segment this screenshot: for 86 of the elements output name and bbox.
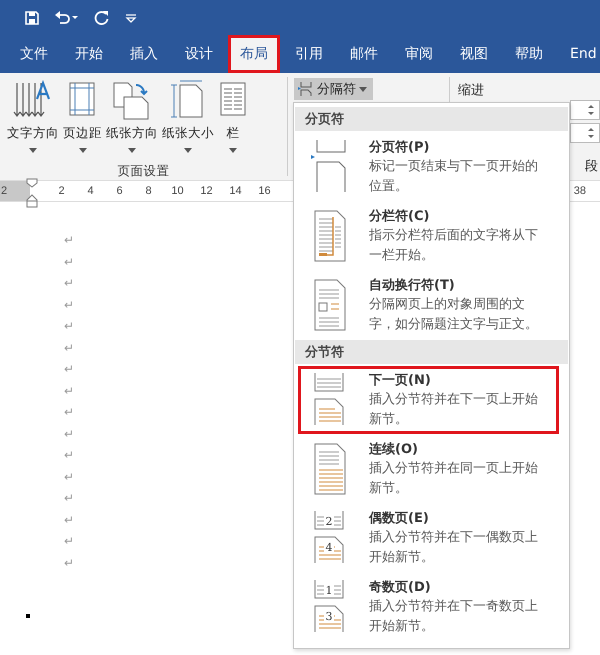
menu-item-title: 连续(O): [369, 441, 419, 459]
menu-item-description: 指示分栏符后面的文字将从下一栏开始。: [369, 227, 539, 265]
caret-icon: [29, 148, 37, 153]
paragraph-mark: ↵: [64, 490, 76, 507]
indent-spin-field[interactable]: [570, 100, 600, 120]
caret-icon: [184, 148, 192, 153]
anchor-mark: [26, 614, 30, 618]
menu-section-header: 分页符: [295, 107, 568, 131]
paragraph-mark: ↵: [64, 318, 76, 335]
ribbon-button[interactable]: 栏: [217, 79, 249, 159]
caret-icon: [128, 148, 136, 153]
breaks-button[interactable]: 分隔符: [294, 78, 373, 100]
spinner-arrows-icon[interactable]: [587, 103, 595, 117]
ribbon-tab[interactable]: 文件: [8, 35, 60, 73]
caret-icon: [78, 148, 86, 153]
ruler-number: 16: [257, 185, 272, 197]
ribbon-tab[interactable]: 帮助: [503, 35, 555, 73]
paragraph-mark: ↵: [64, 275, 76, 292]
menu-item-description: 插入分节符并在下一页上开始新节。: [369, 391, 539, 429]
paragraph-mark: ↵: [64, 468, 76, 486]
menu-item-description: 标记一页结束与下一页开始的位置。: [369, 158, 539, 196]
ruler-number: 38: [574, 185, 586, 197]
ruler-number: 2: [57, 185, 66, 197]
ruler-number: 14: [228, 185, 243, 197]
ruler-number: 6: [115, 185, 124, 197]
caret-icon: [229, 148, 237, 153]
paragraph-mark: ↵: [64, 512, 76, 528]
paragraph-mark: ↵: [64, 232, 76, 249]
breaks-icon: [298, 81, 314, 97]
menu-item[interactable]: 自动换行符(T) 分隔网页上的对象周围的文字，如分隔题注文字与正文。: [298, 271, 559, 339]
ribbon-tab[interactable]: End: [558, 35, 600, 73]
menu-item[interactable]: 连续(O) 插入分节符并在同一页上开始新节。: [298, 435, 559, 503]
ribbon-button[interactable]: 纸张大小: [161, 79, 215, 159]
paragraph-mark: ↵: [64, 296, 76, 314]
paragraph-mark: ↵: [64, 361, 76, 378]
ribbon-tab[interactable]: 邮件: [338, 35, 390, 73]
menu-item[interactable]: 分栏符(C) 指示分栏符后面的文字将从下一栏开始。: [298, 202, 559, 270]
menu-item[interactable]: 下一页(N) 插入分节符并在下一页上开始新节。: [298, 366, 559, 434]
paragraph-mark: ↵: [64, 533, 76, 550]
save-icon[interactable]: [24, 10, 40, 26]
ruler-number: 10: [170, 185, 185, 197]
paragraph-mark: ↵: [64, 426, 76, 442]
ruler-number: 2: [0, 181, 30, 201]
menu-item-title: 偶数页(E): [369, 510, 430, 528]
indent-spin-field[interactable]: [570, 123, 600, 143]
menu-item-description: 插入分节符并在下一偶数页上开始新节。: [369, 529, 539, 567]
menu-item-description: 插入分节符并在同一页上开始新节。: [369, 460, 539, 498]
ruler-number: 12: [199, 185, 214, 197]
paragraph-mark: ↵: [64, 554, 76, 572]
ribbon-button[interactable]: 页边距: [62, 79, 103, 159]
ribbon-tab[interactable]: 视图: [448, 35, 500, 73]
group-label: 页面设置: [116, 163, 170, 180]
ribbon-button[interactable]: 纸张方向: [105, 79, 159, 159]
ribbon-tab[interactable]: 插入: [118, 35, 170, 73]
customize-caret-icon[interactable]: [124, 12, 138, 22]
paragraph-mark: ↵: [64, 447, 76, 464]
menu-section-header: 分节符: [295, 340, 568, 364]
menu-item-title: 分栏符(C): [369, 208, 430, 226]
ribbon-tab[interactable]: 开始: [63, 35, 115, 73]
menu-item[interactable]: 1 3 奇数页(D) 插入分节符并在下一奇数页上开始新节。: [298, 573, 559, 641]
ribbon-button[interactable]: 文字方向: [6, 79, 60, 159]
ruler-number: 4: [86, 185, 95, 197]
indent-marker-icon[interactable]: [26, 178, 38, 208]
menu-item-title: 奇数页(D): [369, 579, 432, 597]
paragraph-mark: ↵: [64, 254, 76, 270]
undo-icon[interactable]: [54, 10, 80, 26]
spinner-arrows-icon[interactable]: [587, 126, 595, 140]
paragraph-mark: ↵: [64, 404, 76, 421]
menu-item[interactable]: 分页符(P) 标记一页结束与下一页开始的位置。: [298, 133, 559, 201]
menu-item[interactable]: 2 4 偶数页(E) 插入分节符并在下一偶数页上开始新节。: [298, 504, 559, 572]
menu-item-title: 下一页(N): [369, 372, 432, 390]
group-label: 段: [585, 158, 598, 175]
ribbon-tab[interactable]: 布局: [228, 35, 280, 73]
paragraph-mark: ↵: [64, 340, 76, 356]
ruler-number: 8: [144, 185, 153, 197]
caret-icon: [359, 86, 367, 92]
ribbon-tab[interactable]: 引用: [283, 35, 335, 73]
ribbon-tab[interactable]: 设计: [173, 35, 225, 73]
menu-item-description: 插入分节符并在下一奇数页上开始新节。: [369, 598, 539, 636]
indent-label: 缩进: [458, 82, 485, 99]
paragraph-mark: ↵: [64, 382, 76, 400]
menu-item-title: 自动换行符(T): [369, 277, 456, 295]
redo-icon[interactable]: [94, 10, 110, 26]
ribbon-tab[interactable]: 审阅: [393, 35, 445, 73]
menu-item-title: 分页符(P): [369, 139, 430, 157]
menu-item-description: 分隔网页上的对象周围的文字，如分隔题注文字与正文。: [369, 296, 539, 334]
